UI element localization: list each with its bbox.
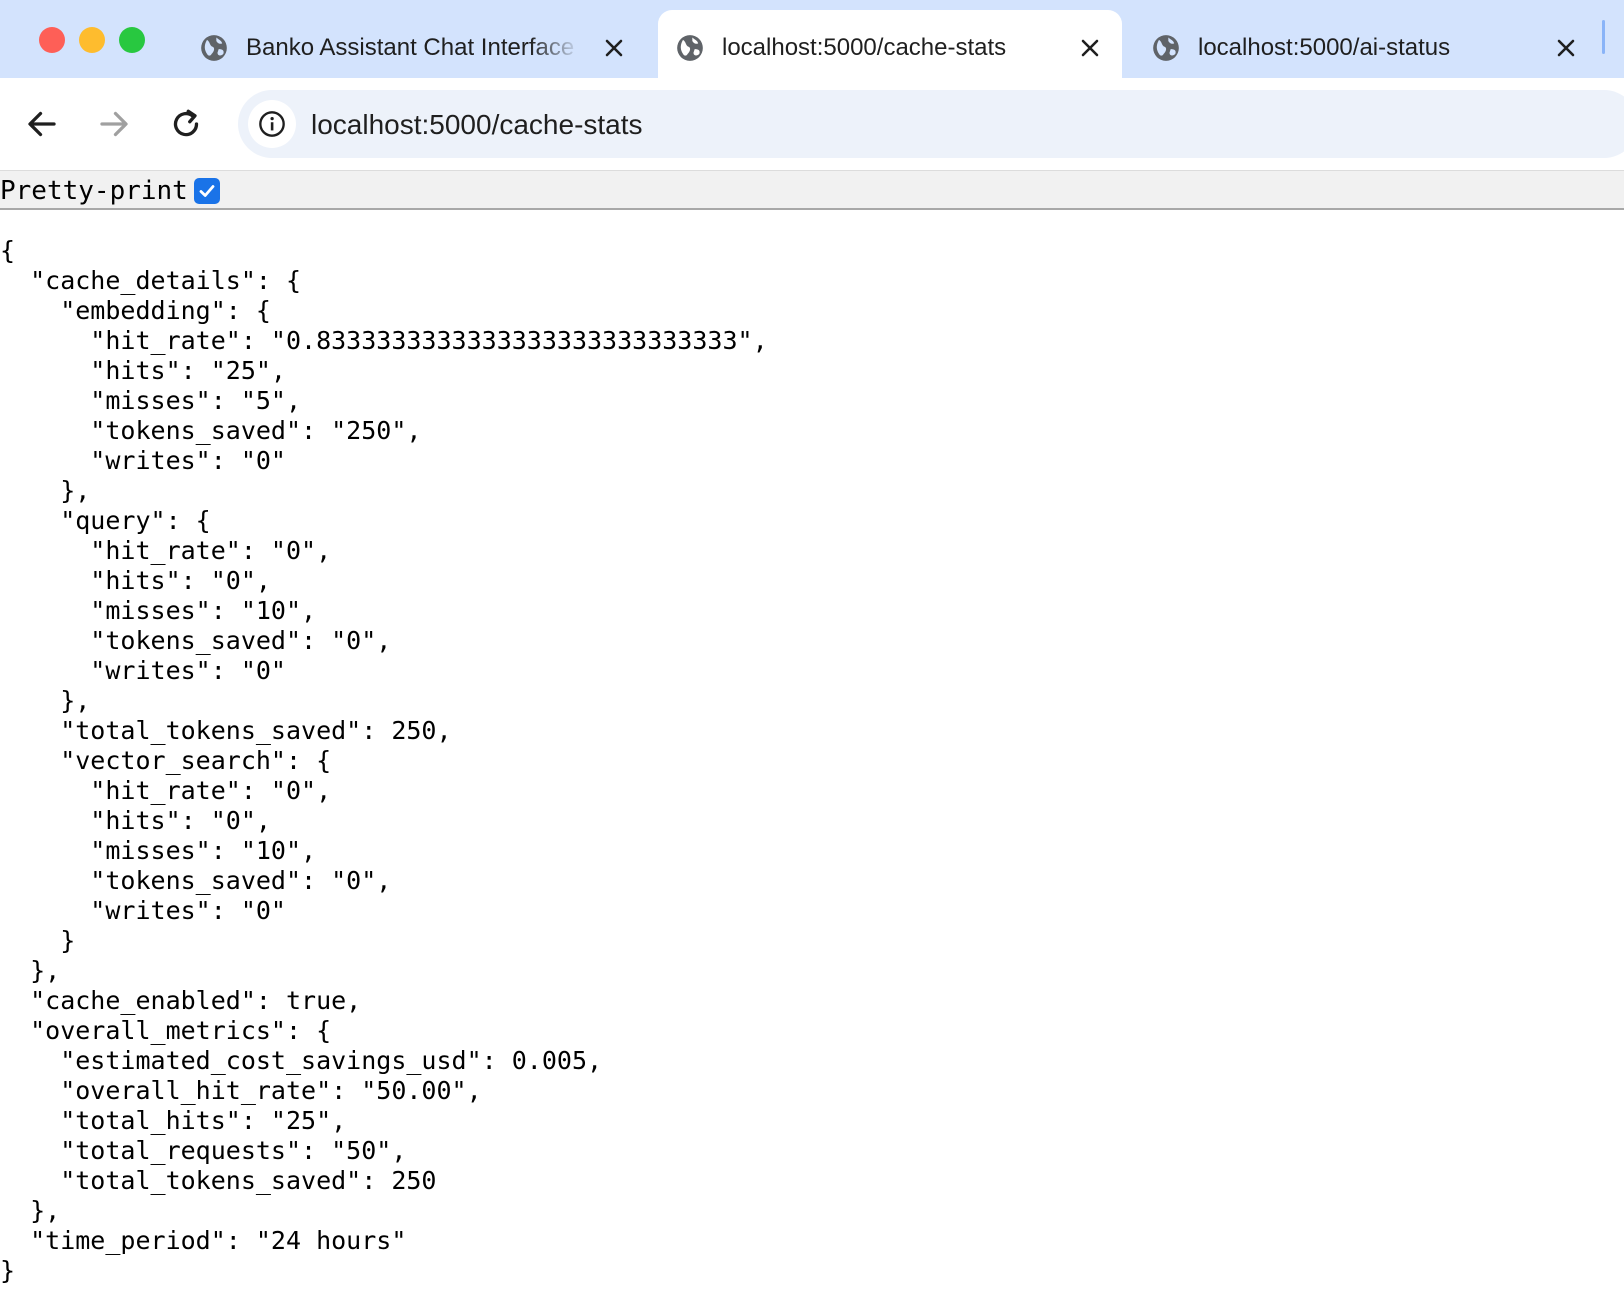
close-icon[interactable] [1554,36,1578,60]
globe-icon [201,35,227,61]
json-line: }, [0,1196,61,1225]
json-line: "estimated_cost_savings_usd": 0.005, [0,1046,603,1075]
json-line: "total_tokens_saved": 250, [0,716,452,745]
json-line: "hits": "25", [0,356,286,385]
json-line: } [0,1256,16,1285]
url-text: localhost:5000/cache-stats [311,109,643,140]
json-line: "hits": "0", [0,806,271,835]
window-zoom-button[interactable] [119,27,145,53]
json-line: }, [0,956,61,985]
json-line: "misses": "5", [0,386,302,415]
json-line: "time_period": "24 hours" [0,1226,407,1255]
json-line: "overall_hit_rate": "50.00", [0,1076,482,1105]
back-arrow-icon[interactable] [24,106,60,142]
json-line: { [0,236,16,265]
globe-icon [677,35,703,61]
json-line: "misses": "10", [0,836,317,865]
json-line: "writes": "0" [0,896,286,925]
json-line: "total_requests": "50", [0,1136,407,1165]
json-line: "overall_metrics": { [0,1016,332,1045]
json-line: "writes": "0" [0,446,286,475]
json-line: "vector_search": { [0,746,332,775]
json-line: "cache_enabled": true, [0,986,362,1015]
close-icon[interactable] [1078,36,1102,60]
reload-icon[interactable] [168,106,204,142]
site-info-button[interactable] [248,100,296,148]
tab-title: localhost:5000/cache-stats [722,34,1007,61]
tab-banko-assistant[interactable]: Banko Assistant Chat Interface [200,10,640,78]
json-line: "embedding": { [0,296,271,325]
checkmark-icon [199,185,215,197]
json-line: "hit_rate": "0.8333333333333333333333333… [0,326,768,355]
json-line: "hit_rate": "0", [0,536,332,565]
json-line: }, [0,476,91,505]
address-bar[interactable]: localhost:5000/cache-stats [238,90,1624,158]
json-line: "total_tokens_saved": 250 [0,1166,437,1195]
json-line: } [0,926,76,955]
tab-ai-status[interactable]: localhost:5000/ai-status [1152,10,1592,78]
json-line: "tokens_saved": "250", [0,416,422,445]
json-line: "hits": "0", [0,566,271,595]
tab-title: Banko Assistant Chat Interface [246,34,575,61]
json-line: }, [0,686,91,715]
forward-arrow-icon[interactable] [96,106,132,142]
pretty-print-label: Pretty-print [0,176,188,206]
json-line: "total_hits": "25", [0,1106,347,1135]
json-line: "writes": "0" [0,656,286,685]
browser-toolbar: localhost:5000/cache-stats [0,78,1624,170]
json-response-body: { "cache_details": { "embedding": { "hit… [0,236,768,1286]
json-line: "tokens_saved": "0", [0,626,392,655]
json-line: "query": { [0,506,211,535]
json-line: "hit_rate": "0", [0,776,332,805]
tab-cache-stats[interactable]: localhost:5000/cache-stats [658,10,1122,78]
window-close-button[interactable] [39,27,65,53]
pretty-print-bar: Pretty-print [0,170,1624,210]
pretty-print-checkbox[interactable] [194,178,220,204]
window-minimize-button[interactable] [79,27,105,53]
close-icon[interactable] [602,36,626,60]
tab-title: localhost:5000/ai-status [1198,34,1451,61]
json-line: "misses": "10", [0,596,317,625]
json-line: "tokens_saved": "0", [0,866,392,895]
tab-separator [1602,20,1605,54]
json-line: "cache_details": { [0,266,302,295]
tab-strip: Banko Assistant Chat Interface localhost… [0,0,1624,78]
globe-icon [1153,35,1179,61]
info-icon [259,111,285,137]
